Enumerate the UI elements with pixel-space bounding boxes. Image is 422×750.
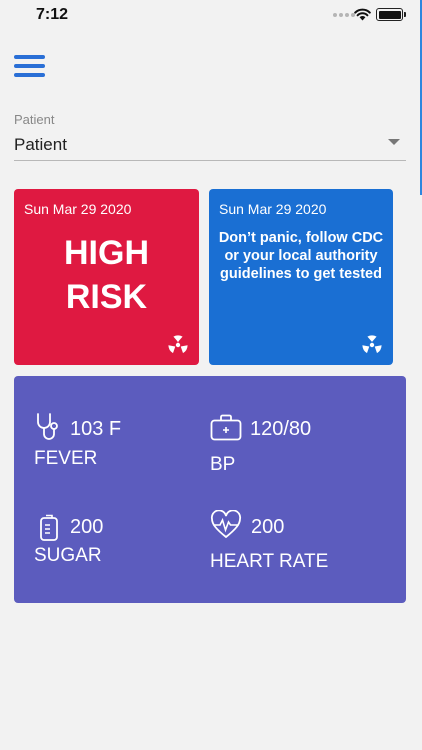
heart-rate-label: HEART RATE <box>210 551 329 572</box>
bp-value: 120/80 <box>250 418 312 440</box>
status-time: 7:12 <box>36 6 69 23</box>
patient-select[interactable]: Patient <box>14 130 406 161</box>
risk-status-line1: HIGH <box>64 234 149 272</box>
vitals-card: 103 F FEVER 120/80 BP 200 SUGAR 200 HEAR… <box>14 376 406 603</box>
risk-card[interactable]: Sun Mar 29 2020 HIGH RISK <box>14 189 199 365</box>
heart-rate-vital[interactable]: 200 HEART RATE <box>210 510 390 576</box>
risk-card-date: Sun Mar 29 2020 <box>24 201 132 217</box>
battery-cap <box>404 12 406 17</box>
risk-status-line2: RISK <box>65 278 148 316</box>
risk-status: HIGH RISK <box>14 231 199 319</box>
radiation-icon <box>362 335 382 354</box>
menu-bar <box>14 55 45 59</box>
sugar-vital[interactable]: 200 SUGAR <box>34 512 194 572</box>
heart-pulse-icon <box>210 510 242 539</box>
stethoscope-icon <box>37 413 58 440</box>
blood-bag-icon <box>40 514 58 541</box>
advice-message: Don’t panic, follow CDC or your local au… <box>218 230 384 282</box>
menu-bar <box>14 73 45 77</box>
fever-label: FEVER <box>34 448 98 469</box>
medical-kit-icon <box>210 414 242 441</box>
patient-select-value: Patient <box>14 135 67 154</box>
chevron-down-icon <box>388 139 400 145</box>
wifi-icon <box>354 8 371 21</box>
bp-label: BP <box>210 454 236 475</box>
fever-value: 103 F <box>70 418 122 440</box>
sugar-label: SUGAR <box>34 545 102 566</box>
bp-vital[interactable]: 120/80 BP <box>210 414 390 475</box>
heart-rate-value: 200 <box>251 516 285 538</box>
sugar-value: 200 <box>70 516 104 538</box>
menu-bar <box>14 64 45 68</box>
status-bar: 7:12 <box>0 0 422 34</box>
fever-vital[interactable]: 103 F FEVER <box>34 412 194 472</box>
radiation-icon <box>168 335 188 354</box>
signal-icon <box>333 13 355 17</box>
advice-card-date: Sun Mar 29 2020 <box>219 201 327 217</box>
patient-field-label: Patient <box>14 112 55 127</box>
advice-card[interactable]: Sun Mar 29 2020 Don’t panic, follow CDC … <box>209 189 393 365</box>
battery-icon <box>376 8 403 21</box>
menu-button[interactable] <box>14 54 46 80</box>
